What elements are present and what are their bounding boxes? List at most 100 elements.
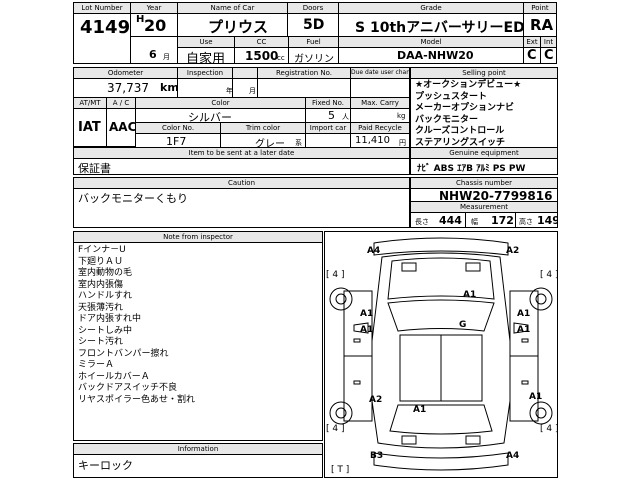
odometer-cell: Odometer 37,737 km — [73, 67, 178, 98]
mark-t: [ T ] — [331, 465, 350, 475]
point-value: RA — [530, 16, 554, 34]
inspector-note: 室内内張傷 — [78, 279, 124, 290]
maxcarry-label: Max. Carry — [351, 98, 409, 109]
equipment-label: Genuine equipment — [411, 148, 557, 159]
inspector-note: ミラーＡ — [78, 360, 115, 370]
inspector-note: Fインナ－U — [78, 245, 126, 255]
mark-a1-rear-glass: A1 — [413, 405, 427, 415]
information-label: Information — [74, 444, 322, 455]
mark-a1-right-rear: A1 — [529, 392, 543, 402]
inspection-cell: Inspection 年 — [177, 67, 233, 98]
selling-point-item: プッシュスタート — [415, 91, 488, 102]
length-value: 444 — [439, 214, 462, 227]
recycle-cell: Paid Recycle 11,410 円 — [350, 122, 410, 148]
use-cell: Use 自家用 — [177, 36, 235, 64]
cc-cell: CC 1500 cc — [234, 36, 289, 64]
cc-label: CC — [235, 37, 288, 48]
inspector-note: ホイールカバーＡ — [78, 371, 150, 382]
fixed-label: Fixed No. — [306, 98, 350, 109]
inspection-month-unit: 月 — [249, 87, 256, 95]
grade-cell: Grade S 10thアニバーサリーED — [338, 2, 524, 37]
car-name: プリウス — [208, 18, 269, 36]
selling-point-list: ★オークションデビュー★ プッシュスタート メーカーオプションナビ バックモニタ… — [415, 80, 522, 147]
mark-a1-right-rear-door: A1 — [517, 325, 531, 335]
height-label: 高さ — [519, 218, 533, 226]
ext-label: Ext — [524, 37, 540, 48]
odometer-label: Odometer — [74, 68, 177, 79]
trim-cell: Trim color グレー 系 — [220, 122, 306, 148]
doors-cell: Doors 5D — [287, 2, 339, 37]
car-condition-diagram — [324, 231, 558, 478]
lot-label: Lot Number — [74, 3, 130, 14]
inspector-note: リヤスポイラー色あせ・割れ — [78, 394, 196, 405]
use-value: 自家用 — [186, 52, 226, 64]
name-label: Name of Car — [178, 3, 287, 14]
mark-a4-front-left: A4 — [367, 246, 381, 256]
lot-cell: Lot Number 4149 — [73, 2, 131, 64]
mark-bracket-right-front: [ 4 ] — [540, 270, 559, 280]
atmt-label: AT/MT — [74, 98, 106, 109]
width-value: 172 — [491, 214, 514, 227]
mark-g-windshield: G — [459, 320, 467, 330]
point-label: Point — [524, 3, 556, 14]
width-label: 幅 — [471, 218, 478, 226]
year-cell: Year H 20 — [130, 2, 178, 37]
model-value: DAA-NHW20 — [397, 49, 474, 62]
lot-number: 4149 — [80, 17, 131, 38]
mark-b3-rear-left: B3 — [370, 451, 384, 461]
fuel-value: ガソリン — [294, 54, 334, 64]
mark-a2-left-rear: A2 — [369, 395, 383, 405]
selling-point-item: メーカーオプションナビ — [415, 103, 515, 113]
items-sent-label: Item to be sent at a later date — [74, 148, 409, 159]
color-value: シルバー — [188, 111, 232, 123]
due-date-cell: Due date user change — [350, 67, 410, 98]
cc-value: 1500 — [245, 49, 279, 63]
year-value: 20 — [144, 16, 167, 35]
import-label: Import car — [306, 123, 350, 134]
year-label: Year — [131, 3, 177, 14]
inspector-note: ドア内張すれ中 — [78, 314, 142, 324]
ac-value: AAC — [109, 120, 136, 134]
name-cell: Name of Car プリウス — [177, 2, 288, 37]
point-cell: Point RA — [523, 2, 557, 37]
mark-a4-rear-right: A4 — [506, 451, 520, 461]
inspector-note: 室内動物の毛 — [78, 268, 133, 278]
odometer-value: 37,737 — [107, 81, 149, 95]
colorno-label: Color No. — [136, 123, 220, 134]
registration-cell: Registration No. — [257, 67, 351, 98]
month-value: 6 — [149, 48, 157, 61]
due-date-label: Due date user change — [351, 68, 409, 79]
inspector-note: 下廻りＡＵ — [78, 256, 124, 267]
items-sent-cell: Item to be sent at a later date 保証書 — [73, 147, 410, 175]
inspector-note: バックドアスイッチ不良 — [78, 383, 178, 393]
selling-point-item: クルーズコントロール — [415, 126, 505, 136]
mark-a1-right-front-door: A1 — [517, 309, 531, 319]
equipment-cell: Genuine equipment ﾅﾋﾞ ABS ｴｱB ｱﾙﾐ PS PW — [410, 147, 558, 175]
inspector-note: 天張薄汚れ — [78, 302, 124, 313]
import-cell: Import car — [305, 122, 351, 148]
inspector-notes-cell: Note from inspector Fインナ－U 下廻りＡＵ 室内動物の毛 … — [73, 231, 323, 441]
color-label: Color — [136, 98, 305, 109]
int-label: Int — [541, 37, 556, 48]
recycle-label: Paid Recycle — [351, 123, 409, 134]
selling-point-cell: Selling point ★オークションデビュー★ プッシュスタート メーカー… — [410, 67, 558, 148]
int-value: C — [544, 48, 554, 63]
fuel-cell: Fuel ガソリン — [288, 36, 339, 64]
measurement-cell: Measurement 長さ 444 幅 172 高さ 149 — [410, 201, 558, 228]
length-label: 長さ — [415, 218, 429, 226]
selling-point-item: ★オークションデビュー★ — [415, 80, 522, 90]
items-sent-value: 保証書 — [78, 162, 111, 175]
ac-label: A / C — [107, 98, 135, 109]
equipment-value: ﾅﾋﾞ ABS ｴｱB ｱﾙﾐ PS PW — [417, 164, 526, 174]
inspector-notes-label: Note from inspector — [74, 232, 322, 243]
information-cell: Information キーロック — [73, 443, 323, 478]
caution-label: Caution — [74, 178, 409, 189]
mark-a2-front-right: A2 — [506, 246, 520, 256]
mark-bracket-left-front: [ 4 ] — [326, 270, 345, 280]
selling-point-label: Selling point — [411, 68, 557, 79]
doors-label: Doors — [288, 3, 338, 14]
model-cell: Model DAA-NHW20 — [338, 36, 524, 64]
inspector-notes-list: Fインナ－U 下廻りＡＵ 室内動物の毛 室内内張傷 ハンドルすれ 天張薄汚れ ド… — [78, 245, 195, 406]
int-cell: Int C — [540, 36, 557, 64]
maxcarry-cell: Max. Carry kg — [350, 97, 410, 123]
